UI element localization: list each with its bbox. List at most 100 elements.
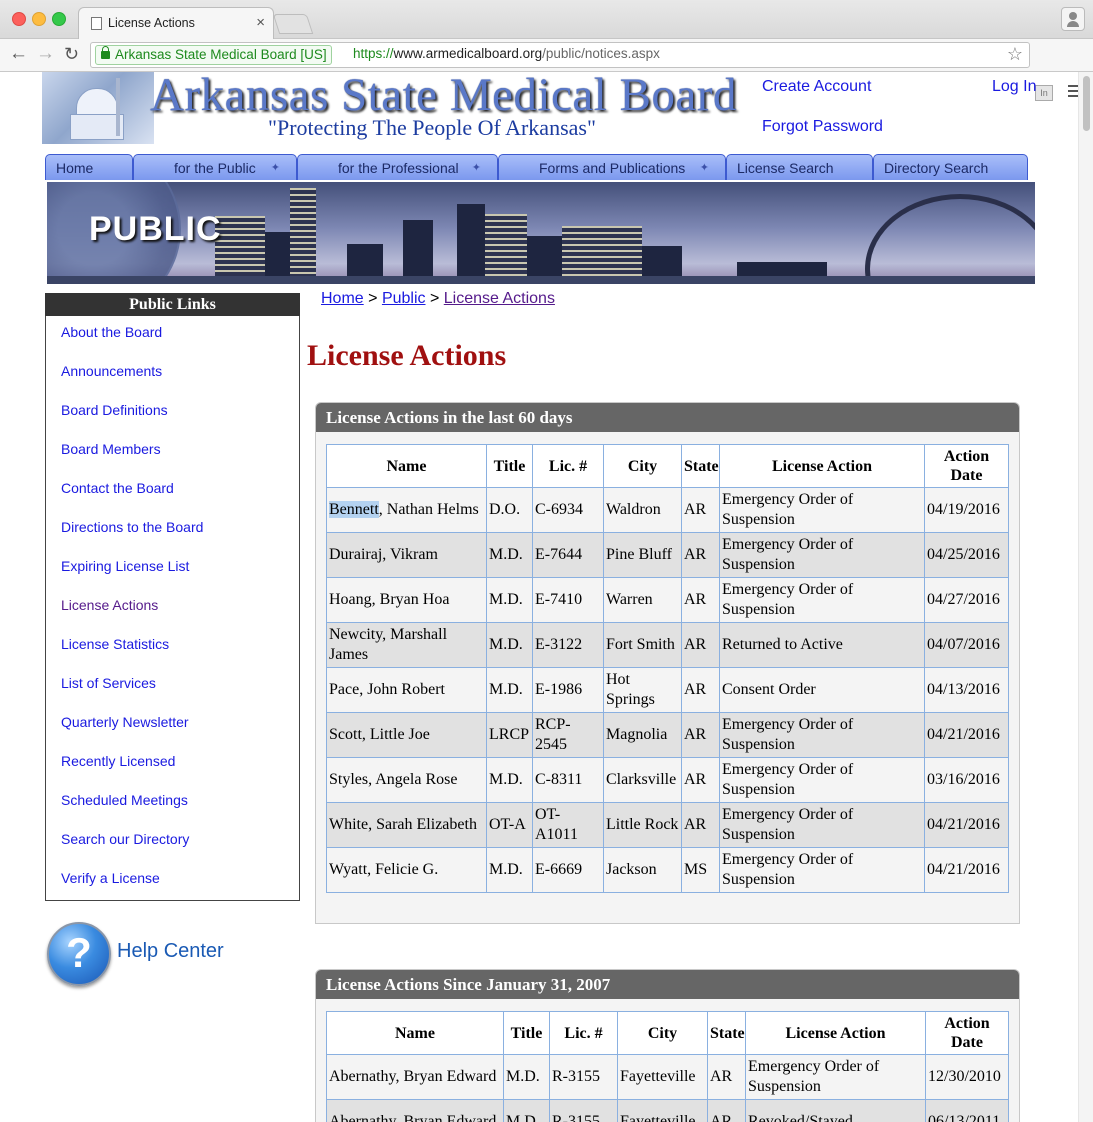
page-scrollbar[interactable] — [1078, 72, 1093, 1122]
col-lic[interactable]: Lic. # — [532, 444, 604, 488]
col-date[interactable]: Action Date — [925, 1011, 1009, 1055]
menu-forms-and-publications[interactable]: Forms and Publications ✦ — [498, 154, 726, 180]
bookmark-star-icon[interactable]: ☆ — [1007, 44, 1023, 65]
table-row[interactable]: Styles, Angela Rose M.D. C-8311 Clarksville… — [326, 757, 1009, 803]
breadcrumb-public[interactable]: Public — [382, 290, 426, 307]
since-2007-rows: Abernathy, Bryan Edward M.D. R-3155 Fayette… — [326, 1054, 1009, 1122]
window-maximize-button[interactable] — [52, 12, 66, 26]
cell-state: AR — [681, 622, 720, 668]
menu-for-the-public[interactable]: for the Public ✦ — [133, 154, 297, 180]
sidebar-link-announcements[interactable]: Announcements — [61, 363, 162, 379]
window-minimize-button[interactable] — [32, 12, 46, 26]
page-icon — [91, 17, 102, 30]
cell-title: M.D. — [486, 667, 533, 713]
menu-license-search[interactable]: License Search — [726, 154, 873, 180]
cell-action: Revoked/Stayed — [745, 1099, 926, 1122]
browser-tab[interactable]: License Actions × — [78, 7, 274, 39]
cell-action: Emergency Order of Suspension — [719, 577, 925, 623]
window-close-button[interactable] — [12, 12, 26, 26]
sidebar-link-search-our-directory[interactable]: Search our Directory — [61, 831, 189, 847]
breadcrumb: Home > Public > License Actions — [321, 290, 555, 308]
cell-state: AR — [681, 667, 720, 713]
page-title: License Actions — [307, 339, 507, 372]
table-row[interactable]: Wyatt, Felicie G. M.D. E-6669 Jackson MS Emer… — [326, 847, 1009, 893]
back-arrow-icon[interactable]: ← — [9, 43, 28, 65]
col-state[interactable]: State — [707, 1011, 746, 1055]
cell-lic: E-1986 — [532, 667, 604, 713]
table-row[interactable]: Durairaj, Vikram M.D. E-7644 Pine Bluff AR Em… — [326, 532, 1009, 578]
help-center-link[interactable]: Help Center — [117, 940, 224, 963]
secure-site-chip[interactable]: Arkansas State Medical Board [US] — [95, 45, 332, 65]
skyline-building — [215, 216, 265, 284]
table-header-row: Name Title Lic. # City State License Act… — [326, 444, 1009, 488]
address-bar[interactable]: Arkansas State Medical Board [US] https:… — [90, 42, 1030, 68]
cell-date: 06/13/2011 — [925, 1099, 1009, 1122]
log-in-link[interactable]: Log In — [992, 78, 1036, 96]
col-state[interactable]: State — [681, 444, 720, 488]
sidebar-links: About the Board Announcements Board Defi… — [45, 316, 300, 901]
table-row[interactable]: White, Sarah Elizabeth OT-A OT-A1011 Little… — [326, 802, 1009, 848]
col-city[interactable]: City — [603, 444, 682, 488]
recent-actions-heading: License Actions in the last 60 days — [316, 403, 1019, 432]
table-row[interactable]: Newcity, Marshall James M.D. E-3122 Fort Sm… — [326, 622, 1009, 668]
cell-name: Hoang, Bryan Hoa — [326, 577, 487, 623]
sidebar-link-expiring-license-list[interactable]: Expiring License List — [61, 558, 189, 574]
cell-date: 04/25/2016 — [924, 532, 1009, 578]
sidebar-link-board-members[interactable]: Board Members — [61, 441, 161, 457]
cell-title: M.D. — [486, 622, 533, 668]
menu-directory-search[interactable]: Directory Search — [873, 154, 1028, 180]
sidebar-link-directions[interactable]: Directions to the Board — [61, 519, 203, 535]
col-name[interactable]: Name — [326, 1011, 504, 1055]
tab-close-icon[interactable]: × — [256, 14, 265, 31]
sidebar-link-license-statistics[interactable]: License Statistics — [61, 636, 169, 652]
sidebar-link-recently-licensed[interactable]: Recently Licensed — [61, 753, 175, 769]
breadcrumb-license-actions[interactable]: License Actions — [444, 290, 555, 307]
table-row[interactable]: Hoang, Bryan Hoa M.D. E-7410 Warren AR Emerge… — [326, 577, 1009, 623]
profile-icon[interactable] — [1061, 7, 1085, 31]
browser-toolbar: ← → ↻ Arkansas State Medical Board [US] … — [0, 39, 1093, 101]
site-logo[interactable]: Arkansas State Medical Board "Protecting… — [42, 72, 736, 144]
sidebar-link-license-actions[interactable]: License Actions — [61, 597, 158, 613]
sidebar-link-about-the-board[interactable]: About the Board — [61, 324, 162, 340]
cell-lic: C-6934 — [532, 487, 604, 533]
sidebar-link-quarterly-newsletter[interactable]: Quarterly Newsletter — [61, 714, 189, 730]
sidebar-link-verify-a-license[interactable]: Verify a License — [61, 870, 160, 886]
new-tab-button[interactable] — [272, 14, 314, 34]
col-title[interactable]: Title — [503, 1011, 550, 1055]
col-title[interactable]: Title — [486, 444, 533, 488]
table-row[interactable]: Abernathy, Bryan Edward M.D. R-3155 Fayette… — [326, 1054, 1009, 1100]
menu-for-the-professional[interactable]: for the Professional ✦ — [297, 154, 498, 180]
cell-title: M.D. — [503, 1054, 550, 1100]
selected-text: Bennett — [329, 501, 379, 518]
table-row[interactable]: Abernathy, Bryan Edward M.D. R-3155 Fayette… — [326, 1099, 1009, 1122]
cell-date: 12/30/2010 — [925, 1054, 1009, 1100]
forgot-password-link[interactable]: Forgot Password — [762, 118, 883, 136]
reload-icon[interactable]: ↻ — [64, 44, 79, 65]
url-text[interactable]: https://www.armedicalboard.org/public/no… — [353, 46, 660, 61]
table-row[interactable]: Bennett, Nathan Helms D.O. C-6934 Waldron AR… — [326, 487, 1009, 533]
col-action[interactable]: License Action — [745, 1011, 926, 1055]
cell-name: Styles, Angela Rose — [326, 757, 487, 803]
forward-arrow-icon[interactable]: → — [36, 43, 55, 65]
public-banner: PUBLIC — [47, 182, 1035, 284]
sidebar-link-scheduled-meetings[interactable]: Scheduled Meetings — [61, 792, 188, 808]
sidebar-link-board-definitions[interactable]: Board Definitions — [61, 402, 168, 418]
cell-city: Fayetteville — [617, 1054, 708, 1100]
col-action[interactable]: License Action — [719, 444, 925, 488]
sidebar-link-contact-the-board[interactable]: Contact the Board — [61, 480, 174, 496]
table-row[interactable]: Scott, Little Joe LRCP RCP-2545 Magnolia AR E… — [326, 712, 1009, 758]
scrollbar-thumb[interactable] — [1083, 76, 1090, 131]
menu-home[interactable]: Home — [45, 154, 133, 180]
col-city[interactable]: City — [617, 1011, 708, 1055]
help-question-icon[interactable]: ? — [47, 922, 111, 986]
cell-title: LRCP — [486, 712, 533, 758]
cell-date: 04/07/2016 — [924, 622, 1009, 668]
col-date[interactable]: Action Date — [924, 444, 1009, 488]
col-name[interactable]: Name — [326, 444, 487, 488]
sidebar-link-list-of-services[interactable]: List of Services — [61, 675, 156, 691]
cell-name: Abernathy, Bryan Edward — [326, 1099, 504, 1122]
col-lic[interactable]: Lic. # — [549, 1011, 618, 1055]
breadcrumb-home[interactable]: Home — [321, 290, 364, 307]
create-account-link[interactable]: Create Account — [762, 78, 871, 96]
table-row[interactable]: Pace, John Robert M.D. E-1986 Hot Springs AR… — [326, 667, 1009, 713]
